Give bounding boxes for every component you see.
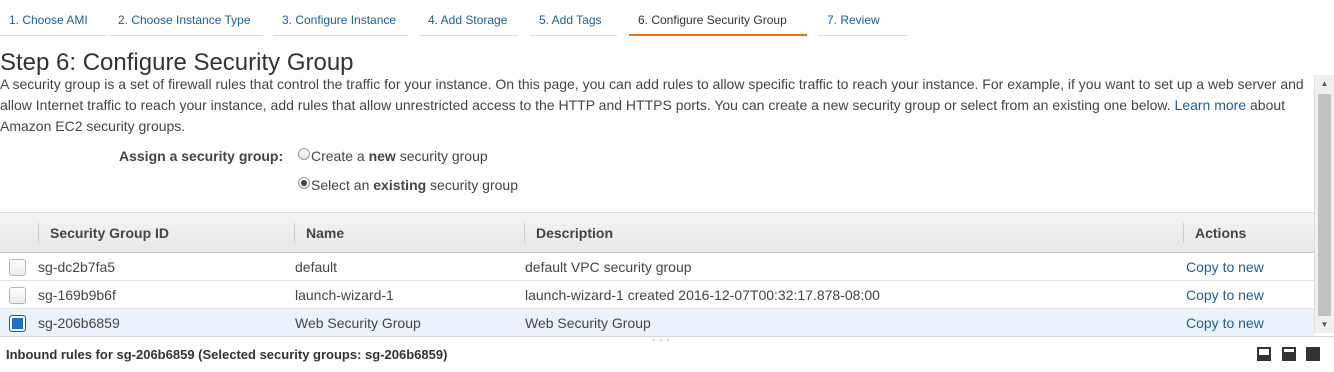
security-group-name: default [295,259,338,275]
vertical-scrollbar[interactable]: ▲ ▼ [1314,75,1334,333]
radio-select-existing-suffix: security group [426,177,518,193]
radio-select-existing-prefix: Select an [311,177,374,193]
radio-create-new-prefix: Create a [311,148,369,164]
scrollbar-thumb[interactable] [1318,94,1331,316]
security-group-id: sg-206b6859 [38,315,120,331]
step-configure-security-group[interactable]: 6. Configure Security Group [629,0,807,36]
wizard-steps: 1. Choose AMI 2. Choose Instance Type 3.… [0,0,1334,37]
table-row[interactable]: sg-dc2b7fa5 default default VPC security… [0,253,1314,281]
radio-create-new-suffix: security group [395,148,488,164]
table-header: Security Group ID Name Description Actio… [0,212,1314,253]
pane-collapse-icon[interactable] [1257,347,1271,361]
inbound-rules-title: Inbound rules for sg-206b6859 (Selected … [6,347,448,362]
intro-body: A security group is a set of firewall ru… [0,76,1304,113]
radio-select-existing-input[interactable] [298,177,310,189]
radio-select-existing[interactable]: Select an existing security group [298,177,518,193]
learn-more-link[interactable]: Learn more [1175,97,1247,113]
scroll-down-arrow-icon[interactable]: ▼ [1315,316,1334,333]
step-add-storage[interactable]: 4. Add Storage [419,0,518,36]
security-group-name: Web Security Group [295,315,421,331]
row-checkbox[interactable] [9,259,26,276]
table-row[interactable]: sg-169b9b6f launch-wizard-1 launch-wizar… [0,281,1314,309]
pane-half-icon[interactable] [1282,347,1296,361]
radio-select-existing-bold: existing [373,177,427,193]
radio-create-new-input[interactable] [298,148,310,160]
copy-to-new-link[interactable]: Copy to new [1186,281,1264,309]
step-choose-ami[interactable]: 1. Choose AMI [0,0,107,36]
security-group-description: launch-wizard-1 created 2016-12-07T00:32… [525,287,880,303]
pane-maximize-icon[interactable] [1306,347,1320,361]
security-group-id: sg-169b9b6f [38,287,116,303]
step-choose-instance-type[interactable]: 2. Choose Instance Type [109,0,263,36]
radio-create-new[interactable]: Create a new security group [298,148,488,164]
column-header-name[interactable]: Name [294,213,524,253]
security-group-description: default VPC security group [525,259,692,275]
column-header-security-group-id[interactable]: Security Group ID [38,213,295,253]
radio-create-new-bold: new [368,148,396,164]
page-title: Step 6: Configure Security Group [0,49,354,76]
pane-resize-grip-icon[interactable]: ◦◦◦ [652,335,674,345]
copy-to-new-link[interactable]: Copy to new [1186,253,1264,281]
step-configure-instance[interactable]: 3. Configure Instance [273,0,408,36]
step-add-tags[interactable]: 5. Add Tags [530,0,617,36]
security-group-id: sg-dc2b7fa5 [38,259,116,275]
security-group-table: Security Group ID Name Description Actio… [0,212,1314,337]
scroll-up-arrow-icon[interactable]: ▲ [1315,75,1334,92]
security-group-description: Web Security Group [525,315,651,331]
column-header-description[interactable]: Description [524,213,1184,253]
intro-text: A security group is a set of firewall ru… [0,74,1308,137]
column-header-actions: Actions [1183,213,1314,253]
step-review[interactable]: 7. Review [818,0,907,36]
table-row[interactable]: sg-206b6859 Web Security Group Web Secur… [0,309,1314,337]
row-checkbox[interactable] [9,315,26,332]
row-checkbox[interactable] [9,287,26,304]
copy-to-new-link[interactable]: Copy to new [1186,309,1264,337]
assign-security-group-label: Assign a security group: [119,148,284,164]
security-group-name: launch-wizard-1 [295,287,394,303]
